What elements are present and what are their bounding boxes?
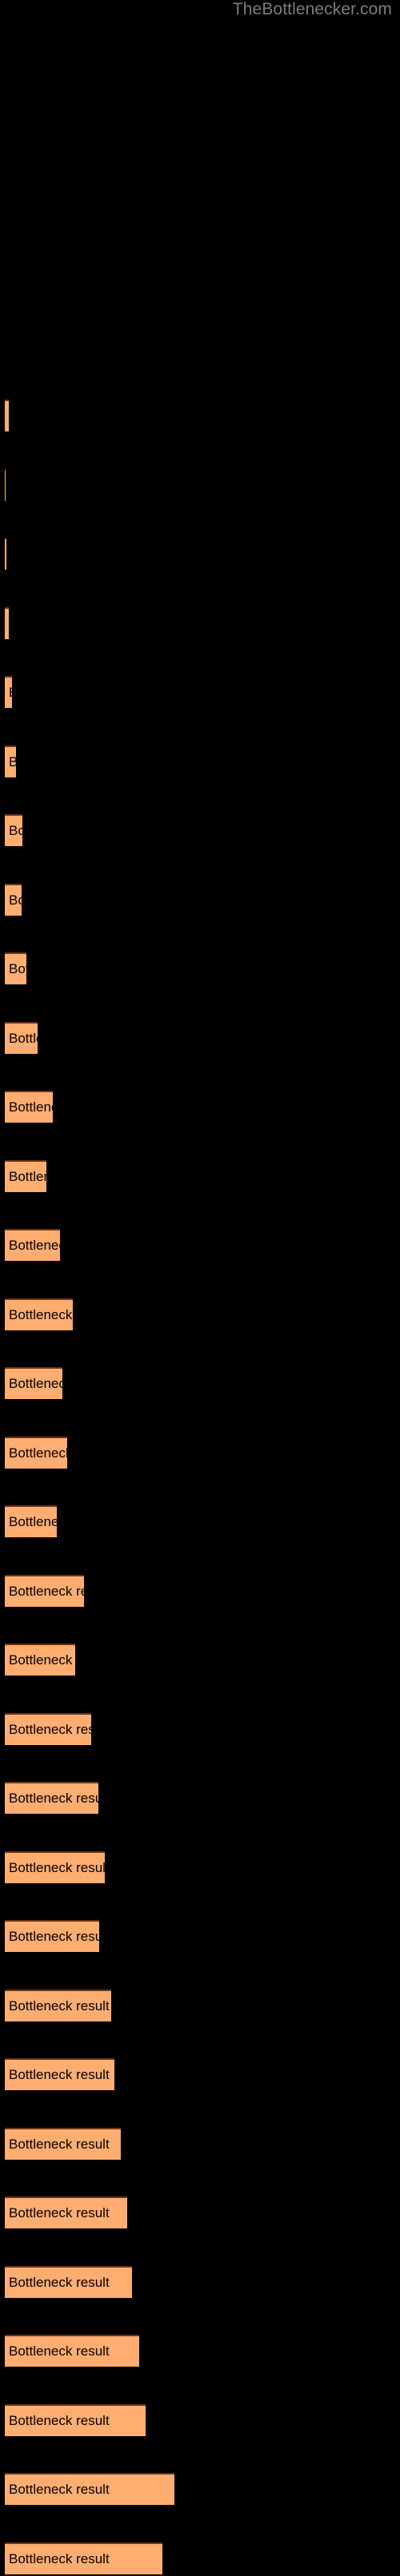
- bar-label: Bottleneck result: [9, 1583, 84, 1599]
- bar-6[interactable]: Bottleneck result: [5, 745, 16, 777]
- bar-15[interactable]: Bottleneck result: [5, 1367, 62, 1399]
- bar-label: Bottleneck result: [9, 2205, 110, 2220]
- bar-row: Bottleneck result: [0, 1920, 400, 1954]
- bar-21[interactable]: Bottleneck result: [5, 1782, 98, 1814]
- bar-label: Bottleneck result: [9, 754, 16, 770]
- bar-label: Bottleneck result: [9, 685, 12, 701]
- bar-row: Bottleneck result: [0, 2335, 400, 2368]
- bar-row: Bottleneck result: [0, 883, 400, 917]
- bar-label: Bottleneck result: [9, 1306, 73, 1322]
- bar-row: Bottleneck result: [0, 538, 400, 571]
- bar-label: Bottleneck result: [9, 1445, 67, 1461]
- bar-25[interactable]: Bottleneck result: [5, 2058, 114, 2090]
- bar-27[interactable]: Bottleneck result: [5, 2196, 127, 2228]
- bar-1[interactable]: Bottleneck result: [5, 400, 9, 431]
- bar-row: Bottleneck result: [0, 1712, 400, 1747]
- bar-label: Bottleneck result: [9, 1099, 53, 1115]
- bar-2[interactable]: Bottleneck result: [5, 468, 6, 501]
- bar-label: Bottleneck result: [9, 1998, 110, 2013]
- bar-label: Bottleneck result: [9, 1030, 38, 1046]
- bar-14[interactable]: Bottleneck result: [5, 1298, 73, 1330]
- bar-24[interactable]: Bottleneck result: [5, 1989, 111, 2021]
- bar-label: Bottleneck result: [9, 2550, 110, 2566]
- bar-row: Bottleneck result: [0, 468, 400, 503]
- bar-row: Bottleneck result: [0, 1298, 400, 1332]
- bar-row: Bottleneck result: [0, 2542, 400, 2576]
- bar-28[interactable]: Bottleneck result: [5, 2265, 132, 2298]
- bar-row: Bottleneck result: [0, 606, 400, 641]
- bar-label: Bottleneck result: [9, 2343, 110, 2359]
- bar-8[interactable]: Bottleneck result: [5, 883, 22, 916]
- bar-row: Bottleneck result: [0, 1782, 400, 1815]
- bar-label: Bottleneck result: [9, 892, 22, 908]
- bar-row: Bottleneck result: [0, 1574, 400, 1608]
- bar-20[interactable]: Bottleneck result: [5, 1712, 91, 1745]
- bar-label: Bottleneck result: [9, 1514, 57, 1529]
- bar-30[interactable]: Bottleneck result: [5, 2403, 146, 2436]
- bar-label: Bottleneck result: [9, 823, 22, 838]
- bar-label: Bottleneck result: [9, 2412, 110, 2428]
- bar-label: Bottleneck result: [9, 1238, 60, 1253]
- bar-label: Bottleneck result: [9, 1376, 62, 1391]
- bar-row: Bottleneck result: [0, 1159, 400, 1194]
- bar-3[interactable]: Bottleneck result: [5, 538, 6, 570]
- bar-13[interactable]: Bottleneck result: [5, 1229, 60, 1261]
- bar-22[interactable]: Bottleneck result: [5, 1851, 105, 1883]
- bar-row: Bottleneck result: [0, 1644, 400, 1677]
- bar-label: Bottleneck result: [9, 961, 26, 976]
- bar-row: Bottleneck result: [0, 1989, 400, 2023]
- bar-row: Bottleneck result: [0, 2058, 400, 2092]
- bar-10[interactable]: Bottleneck result: [5, 1021, 38, 1054]
- bar-32[interactable]: Bottleneck result: [5, 2542, 162, 2574]
- bar-23[interactable]: Bottleneck result: [5, 1920, 99, 1952]
- bar-row: Bottleneck result: [0, 1367, 400, 1401]
- bar-row: Bottleneck result: [0, 1851, 400, 1885]
- bar-label: Bottleneck result: [9, 1168, 46, 1184]
- bar-row: Bottleneck result: [0, 676, 400, 710]
- bar-31[interactable]: Bottleneck result: [5, 2473, 174, 2505]
- bar-row: Bottleneck result: [0, 745, 400, 779]
- bar-label: Bottleneck result: [9, 1652, 75, 1668]
- bar-label: Bottleneck result: [9, 2067, 110, 2082]
- bar-7[interactable]: Bottleneck result: [5, 814, 22, 846]
- bar-29[interactable]: Bottleneck result: [5, 2335, 139, 2367]
- bar-9[interactable]: Bottleneck result: [5, 952, 26, 984]
- bar-row: Bottleneck result: [0, 1021, 400, 1055]
- bar-row: Bottleneck result: [0, 2265, 400, 2300]
- bar-row: Bottleneck result: [0, 1229, 400, 1262]
- bar-12[interactable]: Bottleneck result: [5, 1159, 46, 1192]
- bar-label: Bottleneck result: [9, 1721, 91, 1737]
- bar-11[interactable]: Bottleneck result: [5, 1091, 53, 1123]
- bar-label: Bottleneck result: [9, 1929, 99, 1944]
- bar-label: Bottleneck result: [9, 1859, 105, 1875]
- bar-row: Bottleneck result: [0, 1091, 400, 1124]
- bar-row: Bottleneck result: [0, 2403, 400, 2438]
- bar-label: Bottleneck result: [9, 2136, 110, 2152]
- bar-19[interactable]: Bottleneck result: [5, 1644, 75, 1676]
- bar-26[interactable]: Bottleneck result: [5, 2127, 121, 2160]
- bar-18[interactable]: Bottleneck result: [5, 1574, 84, 1607]
- bar-16[interactable]: Bottleneck result: [5, 1436, 67, 1469]
- bar-row: Bottleneck result: [0, 952, 400, 986]
- bar-17[interactable]: Bottleneck result: [5, 1505, 57, 1537]
- bar-row: Bottleneck result: [0, 1436, 400, 1470]
- bar-row: Bottleneck result: [0, 2127, 400, 2161]
- bar-label: Bottleneck result: [9, 2274, 110, 2290]
- bar-5[interactable]: Bottleneck result: [5, 676, 12, 708]
- bar-row: Bottleneck result: [0, 400, 400, 433]
- bar-4[interactable]: Bottleneck result: [5, 606, 9, 639]
- bottleneck-bar-chart: Bottleneck result Bottleneck result Bottle…: [0, 0, 400, 2574]
- bar-label: Bottleneck result: [9, 2482, 110, 2497]
- bar-row: Bottleneck result: [0, 2473, 400, 2506]
- bar-row: Bottleneck result: [0, 814, 400, 848]
- bar-row: Bottleneck result: [0, 1505, 400, 1539]
- bar-label: Bottleneck result: [9, 1791, 98, 1806]
- bar-row: Bottleneck result: [0, 2196, 400, 2230]
